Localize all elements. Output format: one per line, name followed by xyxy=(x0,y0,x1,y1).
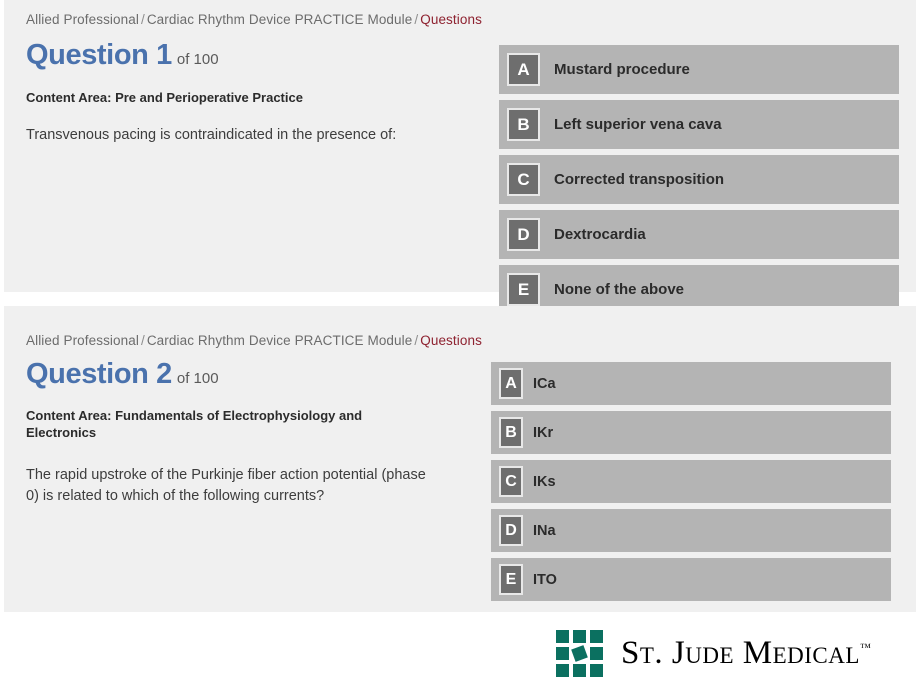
logo-square xyxy=(556,630,569,643)
answer-letter-badge: D xyxy=(499,515,523,546)
logo-square xyxy=(573,664,586,677)
answer-option-b[interactable]: B IKr xyxy=(491,411,891,454)
question-number-label: Question 1 xyxy=(26,39,172,71)
question-total-label: of 100 xyxy=(176,51,219,68)
answer-letter-badge: C xyxy=(507,163,540,196)
answer-option-d[interactable]: D INa xyxy=(491,509,891,552)
breadcrumb: Allied Professional / Cardiac Rhythm Devic… xyxy=(26,12,482,27)
answer-option-label: Mustard procedure xyxy=(554,61,690,78)
answer-option-label: Corrected transposition xyxy=(554,171,725,188)
breadcrumb-item-questions[interactable]: Questions xyxy=(420,12,482,27)
question-stem: Transvenous pacing is contraindicated in… xyxy=(26,127,397,144)
answer-option-a[interactable]: A ICa xyxy=(491,362,891,405)
answer-option-label: None of the above xyxy=(554,281,685,298)
answer-option-label: ITO xyxy=(533,571,557,588)
logo-square xyxy=(590,630,603,643)
logo-square xyxy=(556,647,569,660)
trademark-icon: ™ xyxy=(859,642,871,654)
breadcrumb-item-module[interactable]: Cardiac Rhythm Device PRACTICE Module xyxy=(147,12,413,27)
question-title: Question 2 of 100 xyxy=(26,358,476,391)
answer-letter-badge: C xyxy=(499,466,523,497)
question-stem: The rapid upstroke of the Purkinje fiber… xyxy=(26,467,426,505)
answer-option-e[interactable]: E ITO xyxy=(491,558,891,601)
answer-letter-badge: B xyxy=(507,108,540,141)
logo-square xyxy=(590,647,603,660)
answer-letter-badge: E xyxy=(507,273,540,306)
content-area-label: Content Area: Pre and Perioperative Prac… xyxy=(26,89,303,105)
logo-square xyxy=(590,664,603,677)
answer-options-list: A Mustard procedure B Left superior vena… xyxy=(499,45,899,320)
answer-option-c[interactable]: C Corrected transposition xyxy=(499,155,899,204)
answer-option-label: Dextrocardia xyxy=(554,226,646,243)
content-area-label: Content Area: Fundamentals of Electrophy… xyxy=(26,407,363,441)
answer-option-label: IKs xyxy=(533,473,556,490)
question-title: Question 1 of 100 xyxy=(26,39,476,72)
answer-letter-badge: A xyxy=(499,368,523,399)
answer-letter-badge: B xyxy=(499,417,523,448)
answer-option-label: Left superior vena cava xyxy=(554,116,722,133)
question-text-column: Question 2 of 100 Content Area: Fundament… xyxy=(26,358,476,507)
logo-wordmark: St. Jude Medical™ xyxy=(621,637,871,670)
question-number-label: Question 2 xyxy=(26,358,172,390)
answer-letter-badge: D xyxy=(507,218,540,251)
logo-square xyxy=(573,630,586,643)
breadcrumb-separator: / xyxy=(140,333,145,348)
panel-inner: Allied Professional / Cardiac Rhythm Devic… xyxy=(4,306,916,612)
st-jude-medical-logo: St. Jude Medical™ xyxy=(556,630,871,677)
answer-option-c[interactable]: C IKs xyxy=(491,460,891,503)
breadcrumb-item-allied-professional[interactable]: Allied Professional xyxy=(26,333,139,348)
answer-letter-badge: A xyxy=(507,53,540,86)
breadcrumb-item-module[interactable]: Cardiac Rhythm Device PRACTICE Module xyxy=(147,333,413,348)
answer-option-label: IKr xyxy=(533,424,554,441)
panel-inner: Allied Professional / Cardiac Rhythm Devic… xyxy=(4,0,916,314)
footer: St. Jude Medical™ xyxy=(0,612,920,690)
breadcrumb-item-allied-professional[interactable]: Allied Professional xyxy=(26,12,139,27)
page-root: Allied Professional / Cardiac Rhythm Devic… xyxy=(0,0,920,690)
breadcrumb-item-questions[interactable]: Questions xyxy=(420,333,482,348)
answer-option-label: INa xyxy=(533,522,556,539)
breadcrumb-separator: / xyxy=(140,12,145,27)
answer-option-a[interactable]: A Mustard procedure xyxy=(499,45,899,94)
question-total-label: of 100 xyxy=(176,370,219,387)
answer-option-label: ICa xyxy=(533,375,556,392)
question-panel-1: Allied Professional / Cardiac Rhythm Devic… xyxy=(4,0,916,314)
answer-options-list: A ICa B IKr C IKs D INa E ITO xyxy=(491,362,891,607)
answer-option-d[interactable]: D Dextrocardia xyxy=(499,210,899,259)
breadcrumb: Allied Professional / Cardiac Rhythm Devic… xyxy=(26,333,482,348)
question-text-column: Question 1 of 100 Content Area: Pre and P… xyxy=(26,39,476,146)
question-panel-2: Allied Professional / Cardiac Rhythm Devic… xyxy=(4,306,916,612)
answer-option-b[interactable]: B Left superior vena cava xyxy=(499,100,899,149)
answer-letter-badge: E xyxy=(499,564,523,595)
logo-square xyxy=(556,664,569,677)
logo-wordmark-text: St. Jude Medical xyxy=(621,635,860,671)
nine-square-grid-icon xyxy=(556,630,603,677)
logo-square-tilted xyxy=(571,645,588,662)
